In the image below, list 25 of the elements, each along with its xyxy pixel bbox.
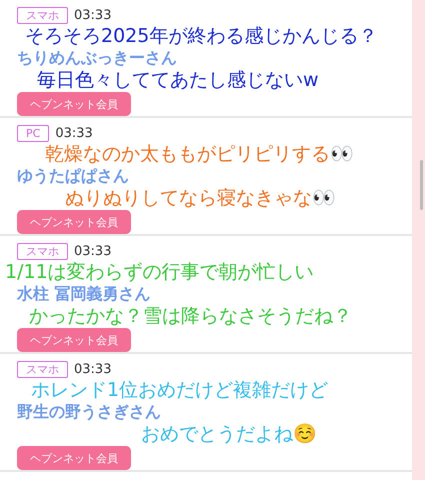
comment-text: ホレンド1位おめだけど複雑だけど (31, 379, 328, 401)
member-badge[interactable]: ヘブンネット会員 (17, 210, 131, 234)
device-tag: スマホ (17, 243, 68, 260)
comment-text: そろそろ2025年が終わる感じかんじる？ (25, 25, 378, 47)
comment-text: おめでとうだよね☺ (141, 423, 317, 445)
user-name[interactable]: ゆうたぱぱさん (17, 166, 412, 186)
member-badge[interactable]: ヘブンネット会員 (17, 92, 131, 116)
comment-text: かったかな？雪は降らなさそうだね？ (29, 305, 352, 327)
user-name[interactable]: ちりめんぶっきーさん (17, 48, 412, 68)
comment-text: 1/11は変わらずの行事で朝が忙しい (5, 261, 314, 283)
comment-text: 乾燥なのか太ももがピリピリする👀 (45, 143, 354, 165)
device-tag: スマホ (17, 7, 68, 24)
comment-text: ぬりぬりしてなら寝なきゃな👀 (65, 187, 336, 209)
post-time: 03:33 (74, 244, 112, 259)
post-time: 03:33 (55, 126, 93, 141)
device-tag: スマホ (17, 361, 68, 378)
member-badge[interactable]: ヘブンネット会員 (17, 446, 131, 470)
scrollbar[interactable] (420, 160, 423, 210)
user-name[interactable]: 水柱 冨岡義勇さん (17, 284, 412, 304)
comment-text: 毎日色々しててあたし感じないw (37, 69, 319, 91)
post-time: 03:33 (74, 8, 112, 23)
member-badge[interactable]: ヘブンネット会員 (17, 328, 131, 352)
user-name[interactable]: 野生の野うさぎさん (17, 402, 412, 422)
post-time: 03:33 (74, 362, 112, 377)
device-tag: PC (17, 125, 50, 142)
